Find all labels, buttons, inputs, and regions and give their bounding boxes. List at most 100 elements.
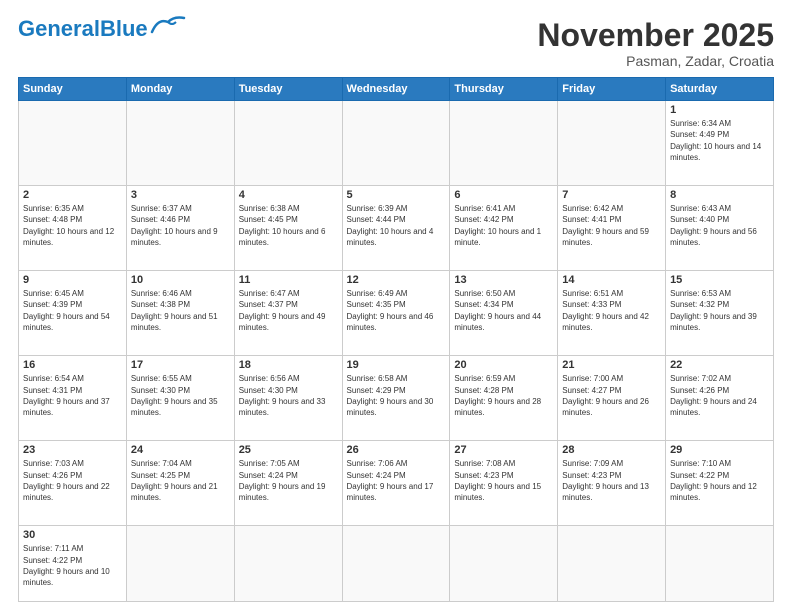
day-info: Sunrise: 6:51 AMSunset: 4:33 PMDaylight:…: [562, 288, 661, 333]
logo-bird-icon: [150, 14, 186, 36]
day-22: 22 Sunrise: 7:02 AMSunset: 4:26 PMDaylig…: [666, 356, 774, 441]
week-row-6: 30 Sunrise: 7:11 AMSunset: 4:22 PMDaylig…: [19, 526, 774, 602]
day-number: 11: [239, 274, 338, 286]
day-27: 27 Sunrise: 7:08 AMSunset: 4:23 PMDaylig…: [450, 441, 558, 526]
day-25: 25 Sunrise: 7:05 AMSunset: 4:24 PMDaylig…: [234, 441, 342, 526]
day-29: 29 Sunrise: 7:10 AMSunset: 4:22 PMDaylig…: [666, 441, 774, 526]
day-number: 9: [23, 274, 122, 286]
day-10: 10 Sunrise: 6:46 AMSunset: 4:38 PMDaylig…: [126, 271, 234, 356]
title-section: November 2025 Pasman, Zadar, Croatia: [537, 18, 774, 69]
day-5: 5 Sunrise: 6:39 AMSunset: 4:44 PMDayligh…: [342, 186, 450, 271]
day-28: 28 Sunrise: 7:09 AMSunset: 4:23 PMDaylig…: [558, 441, 666, 526]
day-info: Sunrise: 6:59 AMSunset: 4:28 PMDaylight:…: [454, 373, 553, 418]
day-number: 13: [454, 274, 553, 286]
header: GeneralBlue November 2025 Pasman, Zadar,…: [18, 18, 774, 69]
day-info: Sunrise: 6:55 AMSunset: 4:30 PMDaylight:…: [131, 373, 230, 418]
empty-cell: [19, 101, 127, 186]
day-number: 14: [562, 274, 661, 286]
header-monday: Monday: [126, 78, 234, 101]
day-number: 7: [562, 189, 661, 201]
empty-cell: [342, 101, 450, 186]
day-16: 16 Sunrise: 6:54 AMSunset: 4:31 PMDaylig…: [19, 356, 127, 441]
empty-cell: [126, 101, 234, 186]
day-info: Sunrise: 7:03 AMSunset: 4:26 PMDaylight:…: [23, 458, 122, 503]
day-info: Sunrise: 6:49 AMSunset: 4:35 PMDaylight:…: [347, 288, 446, 333]
logo-blue: Blue: [100, 16, 148, 41]
empty-cell: [450, 526, 558, 602]
day-number: 10: [131, 274, 230, 286]
day-13: 13 Sunrise: 6:50 AMSunset: 4:34 PMDaylig…: [450, 271, 558, 356]
empty-cell: [342, 526, 450, 602]
day-info: Sunrise: 6:38 AMSunset: 4:45 PMDaylight:…: [239, 203, 338, 248]
header-friday: Friday: [558, 78, 666, 101]
day-info: Sunrise: 7:00 AMSunset: 4:27 PMDaylight:…: [562, 373, 661, 418]
day-8: 8 Sunrise: 6:43 AMSunset: 4:40 PMDayligh…: [666, 186, 774, 271]
header-wednesday: Wednesday: [342, 78, 450, 101]
day-number: 27: [454, 444, 553, 456]
empty-cell: [126, 526, 234, 602]
day-number: 20: [454, 359, 553, 371]
day-info: Sunrise: 6:34 AM Sunset: 4:49 PM Dayligh…: [670, 118, 769, 163]
day-info: Sunrise: 6:39 AMSunset: 4:44 PMDaylight:…: [347, 203, 446, 248]
header-tuesday: Tuesday: [234, 78, 342, 101]
day-info: Sunrise: 6:43 AMSunset: 4:40 PMDaylight:…: [670, 203, 769, 248]
day-number: 4: [239, 189, 338, 201]
week-row-5: 23 Sunrise: 7:03 AMSunset: 4:26 PMDaylig…: [19, 441, 774, 526]
day-20: 20 Sunrise: 6:59 AMSunset: 4:28 PMDaylig…: [450, 356, 558, 441]
day-2: 2 Sunrise: 6:35 AMSunset: 4:48 PMDayligh…: [19, 186, 127, 271]
empty-cell: [450, 101, 558, 186]
day-23: 23 Sunrise: 7:03 AMSunset: 4:26 PMDaylig…: [19, 441, 127, 526]
day-number: 2: [23, 189, 122, 201]
day-19: 19 Sunrise: 6:58 AMSunset: 4:29 PMDaylig…: [342, 356, 450, 441]
month-title: November 2025: [537, 18, 774, 53]
day-21: 21 Sunrise: 7:00 AMSunset: 4:27 PMDaylig…: [558, 356, 666, 441]
day-info: Sunrise: 6:45 AMSunset: 4:39 PMDaylight:…: [23, 288, 122, 333]
day-3: 3 Sunrise: 6:37 AMSunset: 4:46 PMDayligh…: [126, 186, 234, 271]
day-4: 4 Sunrise: 6:38 AMSunset: 4:45 PMDayligh…: [234, 186, 342, 271]
day-number: 24: [131, 444, 230, 456]
header-saturday: Saturday: [666, 78, 774, 101]
header-thursday: Thursday: [450, 78, 558, 101]
day-number: 26: [347, 444, 446, 456]
day-number: 23: [23, 444, 122, 456]
day-info: Sunrise: 7:06 AMSunset: 4:24 PMDaylight:…: [347, 458, 446, 503]
day-number: 6: [454, 189, 553, 201]
empty-cell: [558, 526, 666, 602]
week-row-3: 9 Sunrise: 6:45 AMSunset: 4:39 PMDayligh…: [19, 271, 774, 356]
weekday-header-row: Sunday Monday Tuesday Wednesday Thursday…: [19, 78, 774, 101]
day-number: 16: [23, 359, 122, 371]
logo-text: GeneralBlue: [18, 18, 148, 40]
day-number: 15: [670, 274, 769, 286]
day-11: 11 Sunrise: 6:47 AMSunset: 4:37 PMDaylig…: [234, 271, 342, 356]
day-info: Sunrise: 7:04 AMSunset: 4:25 PMDaylight:…: [131, 458, 230, 503]
subtitle: Pasman, Zadar, Croatia: [537, 53, 774, 69]
day-number: 8: [670, 189, 769, 201]
day-17: 17 Sunrise: 6:55 AMSunset: 4:30 PMDaylig…: [126, 356, 234, 441]
day-number: 12: [347, 274, 446, 286]
day-number: 1: [670, 104, 769, 116]
day-info: Sunrise: 6:47 AMSunset: 4:37 PMDaylight:…: [239, 288, 338, 333]
day-info: Sunrise: 7:05 AMSunset: 4:24 PMDaylight:…: [239, 458, 338, 503]
day-number: 5: [347, 189, 446, 201]
day-info: Sunrise: 7:09 AMSunset: 4:23 PMDaylight:…: [562, 458, 661, 503]
day-info: Sunrise: 6:58 AMSunset: 4:29 PMDaylight:…: [347, 373, 446, 418]
day-number: 22: [670, 359, 769, 371]
day-26: 26 Sunrise: 7:06 AMSunset: 4:24 PMDaylig…: [342, 441, 450, 526]
logo-general: General: [18, 16, 100, 41]
day-info: Sunrise: 6:56 AMSunset: 4:30 PMDaylight:…: [239, 373, 338, 418]
week-row-2: 2 Sunrise: 6:35 AMSunset: 4:48 PMDayligh…: [19, 186, 774, 271]
day-number: 25: [239, 444, 338, 456]
day-number: 29: [670, 444, 769, 456]
day-info: Sunrise: 7:10 AMSunset: 4:22 PMDaylight:…: [670, 458, 769, 503]
day-number: 3: [131, 189, 230, 201]
day-24: 24 Sunrise: 7:04 AMSunset: 4:25 PMDaylig…: [126, 441, 234, 526]
day-15: 15 Sunrise: 6:53 AMSunset: 4:32 PMDaylig…: [666, 271, 774, 356]
day-1: 1 Sunrise: 6:34 AM Sunset: 4:49 PM Dayli…: [666, 101, 774, 186]
day-18: 18 Sunrise: 6:56 AMSunset: 4:30 PMDaylig…: [234, 356, 342, 441]
day-number: 18: [239, 359, 338, 371]
day-info: Sunrise: 7:02 AMSunset: 4:26 PMDaylight:…: [670, 373, 769, 418]
day-7: 7 Sunrise: 6:42 AMSunset: 4:41 PMDayligh…: [558, 186, 666, 271]
day-info: Sunrise: 6:35 AMSunset: 4:48 PMDaylight:…: [23, 203, 122, 248]
week-row-1: 1 Sunrise: 6:34 AM Sunset: 4:49 PM Dayli…: [19, 101, 774, 186]
day-number: 19: [347, 359, 446, 371]
